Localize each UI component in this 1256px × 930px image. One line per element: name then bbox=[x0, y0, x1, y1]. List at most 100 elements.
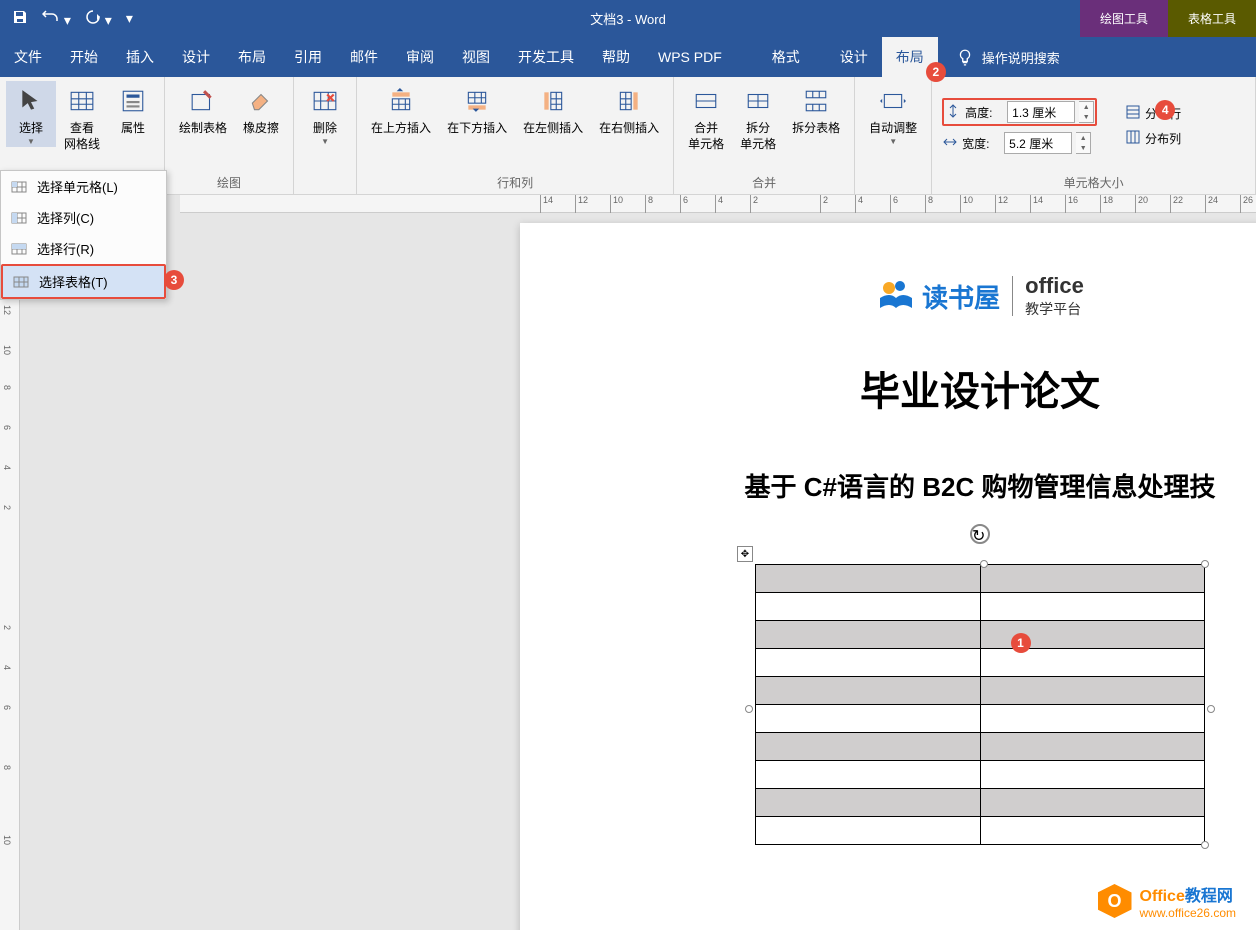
tab-help[interactable]: 帮助 bbox=[588, 37, 644, 77]
group-delete: 删除 ▼ bbox=[294, 77, 357, 194]
group-rows-cols-label: 行和列 bbox=[363, 171, 667, 194]
height-spinner[interactable]: ▲▼ bbox=[1079, 101, 1094, 123]
tab-table-design[interactable]: 设计 bbox=[826, 37, 882, 77]
width-input[interactable] bbox=[1004, 132, 1072, 154]
width-label: 宽度: bbox=[962, 135, 1000, 152]
split-table-button[interactable]: 拆分表格 bbox=[784, 81, 848, 137]
insert-left-button[interactable]: 在左侧插入 bbox=[515, 81, 591, 137]
select-dropdown: 选择单元格(L) 选择列(C) 选择行(R) 选择表格(T) 3 bbox=[0, 170, 167, 300]
insert-below-icon bbox=[461, 85, 493, 117]
tab-home[interactable]: 开始 bbox=[56, 37, 112, 77]
insert-above-icon bbox=[385, 85, 417, 117]
select-table-item[interactable]: 选择表格(T) 3 bbox=[1, 264, 166, 299]
table-row[interactable] bbox=[756, 705, 1205, 733]
document-table[interactable]: 1 bbox=[755, 564, 1205, 845]
table-row[interactable] bbox=[756, 593, 1205, 621]
document-area[interactable]: 14 12 10 8 6 4 2 2 4 6 8 10 12 14 16 18 … bbox=[180, 195, 1256, 930]
tab-developer[interactable]: 开发工具 bbox=[504, 37, 588, 77]
select-column-item[interactable]: 选择列(C) bbox=[1, 202, 166, 233]
group-cell-size-label: 单元格大小 bbox=[938, 171, 1249, 194]
width-spinner[interactable]: ▲▼ bbox=[1076, 132, 1091, 154]
tab-mail[interactable]: 邮件 bbox=[336, 37, 392, 77]
document-page[interactable]: 读书屋 office 教学平台 毕业设计论文 基于 C#语言的 B2C 购物管理… bbox=[520, 223, 1256, 930]
dushu-logo-icon bbox=[876, 278, 916, 314]
select-label: 选择 bbox=[19, 121, 43, 137]
table-row[interactable] bbox=[756, 761, 1205, 789]
tab-insert[interactable]: 插入 bbox=[112, 37, 168, 77]
draw-table-icon bbox=[187, 85, 219, 117]
autofit-icon bbox=[877, 85, 909, 117]
selection-handle[interactable] bbox=[980, 560, 988, 568]
badge-3: 3 bbox=[164, 270, 184, 290]
tab-format[interactable]: 格式 bbox=[758, 37, 814, 77]
table-row[interactable] bbox=[756, 789, 1205, 817]
drawing-tools-context[interactable]: 绘图工具 bbox=[1080, 0, 1168, 37]
table-container: ↻ ✥ 1 bbox=[755, 564, 1205, 845]
save-icon[interactable] bbox=[12, 9, 28, 28]
selection-handle[interactable] bbox=[745, 705, 753, 713]
table-tools-context[interactable]: 表格工具 bbox=[1168, 0, 1256, 37]
insert-above-button[interactable]: 在上方插入 bbox=[363, 81, 439, 137]
selection-handle[interactable] bbox=[1207, 705, 1215, 713]
table-row[interactable] bbox=[756, 817, 1205, 845]
group-merge: 合并 单元格 拆分 单元格 拆分表格 合并 bbox=[674, 77, 855, 194]
select-table-label: 选择表格(T) bbox=[39, 272, 108, 291]
height-input[interactable] bbox=[1007, 101, 1075, 123]
table-all-icon bbox=[13, 274, 29, 290]
tab-view[interactable]: 视图 bbox=[448, 37, 504, 77]
split-table-label: 拆分表格 bbox=[792, 121, 840, 137]
distribute-cols-button[interactable]: 分布列 bbox=[1125, 129, 1181, 148]
redo-icon[interactable]: ▾ bbox=[85, 9, 112, 29]
tab-design[interactable]: 设计 bbox=[168, 37, 224, 77]
tab-table-layout[interactable]: 布局 2 bbox=[882, 37, 938, 77]
tell-me-search[interactable]: 操作说明搜索 bbox=[938, 48, 1078, 67]
properties-button[interactable]: 属性 bbox=[108, 81, 158, 137]
select-row-item[interactable]: 选择行(R) bbox=[1, 233, 166, 264]
undo-icon[interactable]: ▾ bbox=[42, 9, 71, 29]
context-tab-bar: 绘图工具 表格工具 bbox=[1080, 0, 1256, 37]
left-panel bbox=[0, 195, 180, 930]
watermark: O Office教程网 www.office26.com bbox=[1098, 882, 1237, 920]
view-gridlines-button[interactable]: 查看 网格线 bbox=[56, 81, 108, 152]
tab-review[interactable]: 审阅 bbox=[392, 37, 448, 77]
table-row[interactable] bbox=[756, 649, 1205, 677]
delete-button[interactable]: 删除 ▼ bbox=[300, 81, 350, 147]
select-button[interactable]: 选择 ▼ bbox=[6, 81, 56, 147]
insert-right-button[interactable]: 在右侧插入 bbox=[591, 81, 667, 137]
table-row[interactable] bbox=[756, 733, 1205, 761]
autofit-label: 自动调整 bbox=[869, 121, 917, 137]
table-row-icon bbox=[11, 241, 27, 257]
customize-qat-icon[interactable]: ▾ bbox=[126, 10, 133, 27]
select-cell-item[interactable]: 选择单元格(L) bbox=[1, 171, 166, 202]
table-cell-icon bbox=[11, 179, 27, 195]
table-row[interactable] bbox=[756, 677, 1205, 705]
eraser-button[interactable]: 橡皮擦 bbox=[235, 81, 287, 137]
height-icon bbox=[945, 103, 961, 122]
table-row[interactable] bbox=[756, 565, 1205, 593]
tab-file[interactable]: 文件 bbox=[0, 37, 56, 77]
tell-me-label: 操作说明搜索 bbox=[982, 48, 1060, 67]
vertical-ruler[interactable]: 12 10 8 6 4 2 2 4 6 8 10 bbox=[0, 195, 20, 930]
insert-below-label: 在下方插入 bbox=[447, 121, 507, 137]
table-row[interactable]: 1 bbox=[756, 621, 1205, 649]
draw-table-button[interactable]: 绘制表格 bbox=[171, 81, 235, 137]
horizontal-ruler[interactable]: 14 12 10 8 6 4 2 2 4 6 8 10 12 14 16 18 … bbox=[180, 195, 1256, 213]
ribbon: 选择 ▼ 查看 网格线 属性 绘制表格 橡皮擦 bbox=[0, 77, 1256, 195]
autofit-button[interactable]: 自动调整 ▼ bbox=[861, 81, 925, 147]
chevron-down-icon: ▼ bbox=[321, 137, 329, 147]
group-draw-label: 绘图 bbox=[171, 171, 287, 194]
tab-references[interactable]: 引用 bbox=[280, 37, 336, 77]
delete-label: 删除 bbox=[313, 121, 337, 137]
selection-handle[interactable] bbox=[1201, 560, 1209, 568]
insert-below-button[interactable]: 在下方插入 bbox=[439, 81, 515, 137]
merge-cells-button[interactable]: 合并 单元格 bbox=[680, 81, 732, 152]
group-merge-label: 合并 bbox=[680, 171, 848, 194]
merge-cells-label: 合并 单元格 bbox=[688, 121, 724, 152]
tab-wps-pdf[interactable]: WPS PDF bbox=[644, 37, 736, 77]
table-move-handle-icon[interactable]: ✥ bbox=[737, 546, 753, 562]
logo-divider bbox=[1012, 276, 1013, 316]
selection-handle[interactable] bbox=[1201, 841, 1209, 849]
rotate-handle-icon[interactable]: ↻ bbox=[970, 524, 990, 544]
split-cells-button[interactable]: 拆分 单元格 bbox=[732, 81, 784, 152]
tab-layout[interactable]: 布局 bbox=[224, 37, 280, 77]
